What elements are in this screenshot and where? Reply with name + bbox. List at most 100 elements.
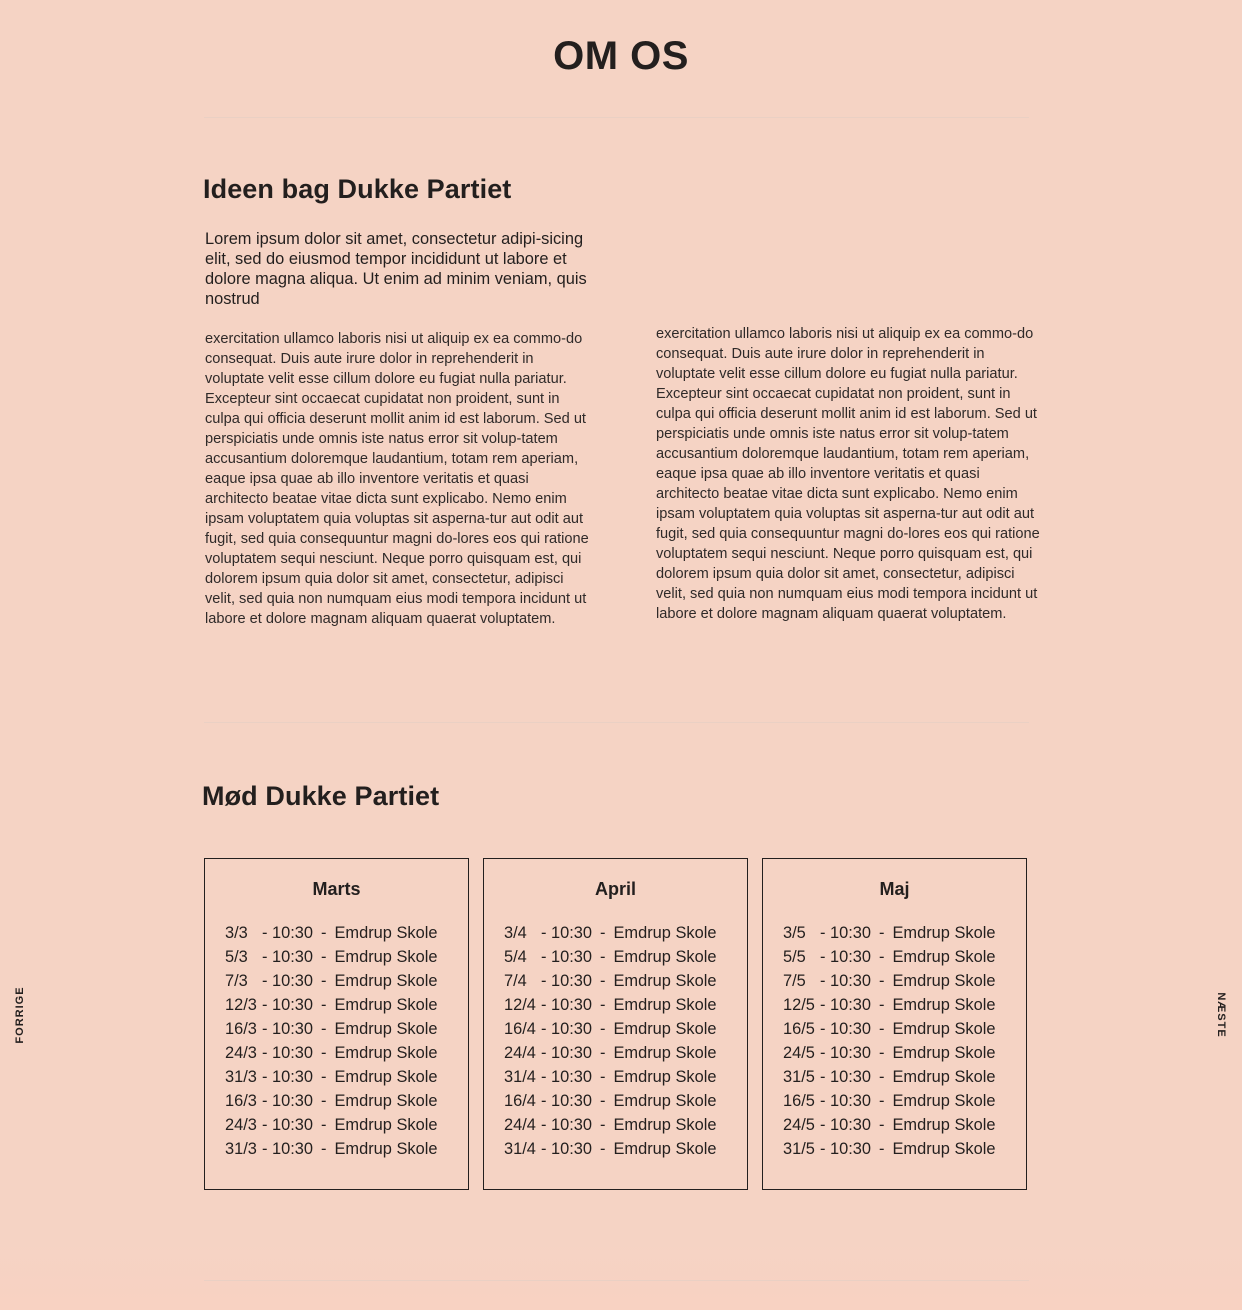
event-separator: -: [879, 996, 885, 1014]
event-time: - 10:30: [820, 1044, 872, 1062]
event-row: 31/3 - 10:30- Emdrup Skole: [225, 1065, 460, 1089]
event-date: 12/5: [783, 996, 815, 1014]
event-row: 7/5 - 10:30- Emdrup Skole: [783, 969, 1018, 993]
event-list: 3/4- 10:30- Emdrup Skole 5/4- 10:30- Emdrup…: [504, 921, 739, 1161]
event-location: Emdrup Skole: [613, 924, 717, 942]
event-location: Emdrup Skole: [892, 996, 996, 1014]
event-time: - 10:30: [541, 1140, 593, 1158]
event-location: Emdrup Skole: [892, 1068, 996, 1086]
about-body-column-left: exercitation ullamco laboris nisi ut ali…: [205, 331, 589, 627]
event-separator: -: [879, 1068, 885, 1086]
event-separator: -: [879, 924, 885, 942]
event-separator: -: [879, 1044, 885, 1062]
event-date: 31/4: [504, 1068, 536, 1086]
event-row: 5/5 - 10:30- Emdrup Skole: [783, 945, 1018, 969]
event-location: Emdrup Skole: [334, 1140, 438, 1158]
event-location: Emdrup Skole: [892, 1092, 996, 1110]
event-separator: -: [879, 948, 885, 966]
event-separator: -: [321, 972, 327, 990]
event-row: 16/3 - 10:30- Emdrup Skole: [225, 1089, 460, 1113]
event-location: Emdrup Skole: [892, 1140, 996, 1158]
event-date: 5/5: [783, 948, 806, 966]
event-date: 16/5: [783, 1020, 815, 1038]
event-separator: -: [321, 924, 327, 942]
event-time: - 10:30: [541, 948, 593, 966]
event-date: 24/3: [225, 1044, 257, 1062]
event-separator: -: [600, 948, 606, 966]
next-page-link[interactable]: NÆSTE: [1214, 992, 1228, 1037]
event-date: 31/3: [225, 1068, 257, 1086]
event-row: 3/4 - 10:30- Emdrup Skole: [504, 921, 739, 945]
event-row: 31/4 - 10:30- Emdrup Skole: [504, 1065, 739, 1089]
event-date: 24/4: [504, 1116, 536, 1134]
event-location: Emdrup Skole: [613, 1068, 717, 1086]
event-separator: -: [879, 972, 885, 990]
event-list: 3/3- 10:30- Emdrup Skole 5/3- 10:30- Emdrup…: [225, 921, 460, 1161]
event-row: 3/3 - 10:30- Emdrup Skole: [225, 921, 460, 945]
event-location: Emdrup Skole: [613, 1020, 717, 1038]
event-location: Emdrup Skole: [892, 1020, 996, 1038]
event-time: - 10:30: [541, 1092, 593, 1110]
event-date: 16/3: [225, 1092, 257, 1110]
event-location: Emdrup Skole: [892, 1044, 996, 1062]
event-location: Emdrup Skole: [334, 996, 438, 1014]
event-time: - 10:30: [262, 1116, 314, 1134]
event-location: Emdrup Skole: [334, 1116, 438, 1134]
event-separator: -: [879, 1140, 885, 1158]
event-row: 31/3 - 10:30- Emdrup Skole: [225, 1137, 460, 1161]
event-date: 5/3: [225, 948, 248, 966]
event-location: Emdrup Skole: [892, 924, 996, 942]
event-row: 16/3 - 10:30- Emdrup Skole: [225, 1017, 460, 1041]
event-date: 16/5: [783, 1092, 815, 1110]
month-title: Maj: [879, 879, 910, 899]
event-row: 5/4 - 10:30- Emdrup Skole: [504, 945, 739, 969]
event-separator: -: [321, 948, 327, 966]
month-card-april: April 3/4- 10:30- Emdrup Skole 5/4- 10:30-…: [483, 858, 748, 1190]
event-separator: -: [879, 1092, 885, 1110]
event-date: 24/3: [225, 1116, 257, 1134]
previous-page-link[interactable]: FORRIGE: [13, 986, 27, 1043]
event-date: 16/3: [225, 1020, 257, 1038]
event-separator: -: [600, 924, 606, 942]
event-time: - 10:30: [262, 1044, 314, 1062]
event-row: 5/3 - 10:30- Emdrup Skole: [225, 945, 460, 969]
event-date: 31/3: [225, 1140, 257, 1158]
event-date: 31/5: [783, 1140, 815, 1158]
event-date: 24/4: [504, 1044, 536, 1062]
event-time: - 10:30: [541, 972, 593, 990]
event-row: 31/4 - 10:30- Emdrup Skole: [504, 1137, 739, 1161]
event-time: - 10:30: [541, 996, 593, 1014]
event-location: Emdrup Skole: [334, 972, 438, 990]
event-list: 3/5- 10:30- Emdrup Skole 5/5- 10:30- Emdrup…: [783, 921, 1018, 1161]
event-time: - 10:30: [262, 1140, 314, 1158]
event-row: 16/5 - 10:30- Emdrup Skole: [783, 1017, 1018, 1041]
event-time: - 10:30: [262, 1068, 314, 1086]
event-row: 24/3 - 10:30- Emdrup Skole: [225, 1113, 460, 1137]
event-time: - 10:30: [541, 1044, 593, 1062]
page-title: OM OS: [553, 34, 689, 78]
event-date: 24/5: [783, 1116, 815, 1134]
event-time: - 10:30: [541, 1116, 593, 1134]
event-separator: -: [879, 1020, 885, 1038]
event-time: - 10:30: [541, 1020, 593, 1038]
event-location: Emdrup Skole: [613, 1140, 717, 1158]
event-date: 3/4: [504, 924, 527, 942]
event-time: - 10:30: [262, 1020, 314, 1038]
month-card-maj: Maj 3/5- 10:30- Emdrup Skole 5/5- 10:30- Em…: [762, 858, 1027, 1190]
event-time: - 10:30: [541, 924, 593, 942]
event-location: Emdrup Skole: [613, 972, 717, 990]
event-time: - 10:30: [262, 996, 314, 1014]
event-separator: -: [600, 1140, 606, 1158]
month-title: April: [594, 879, 636, 899]
month-card-marts: Marts 3/3- 10:30- Emdrup Skole 5/3- 10:30-…: [204, 858, 469, 1190]
event-time: - 10:30: [820, 1020, 872, 1038]
event-date: 3/3: [225, 924, 248, 942]
event-time: - 10:30: [262, 924, 314, 942]
event-separator: -: [600, 1044, 606, 1062]
event-row: 31/5 - 10:30- Emdrup Skole: [783, 1137, 1018, 1161]
event-separator: -: [321, 1044, 327, 1062]
event-location: Emdrup Skole: [334, 1020, 438, 1038]
event-date: 31/5: [783, 1068, 815, 1086]
event-separator: -: [600, 1092, 606, 1110]
event-date: 16/4: [504, 1020, 536, 1038]
